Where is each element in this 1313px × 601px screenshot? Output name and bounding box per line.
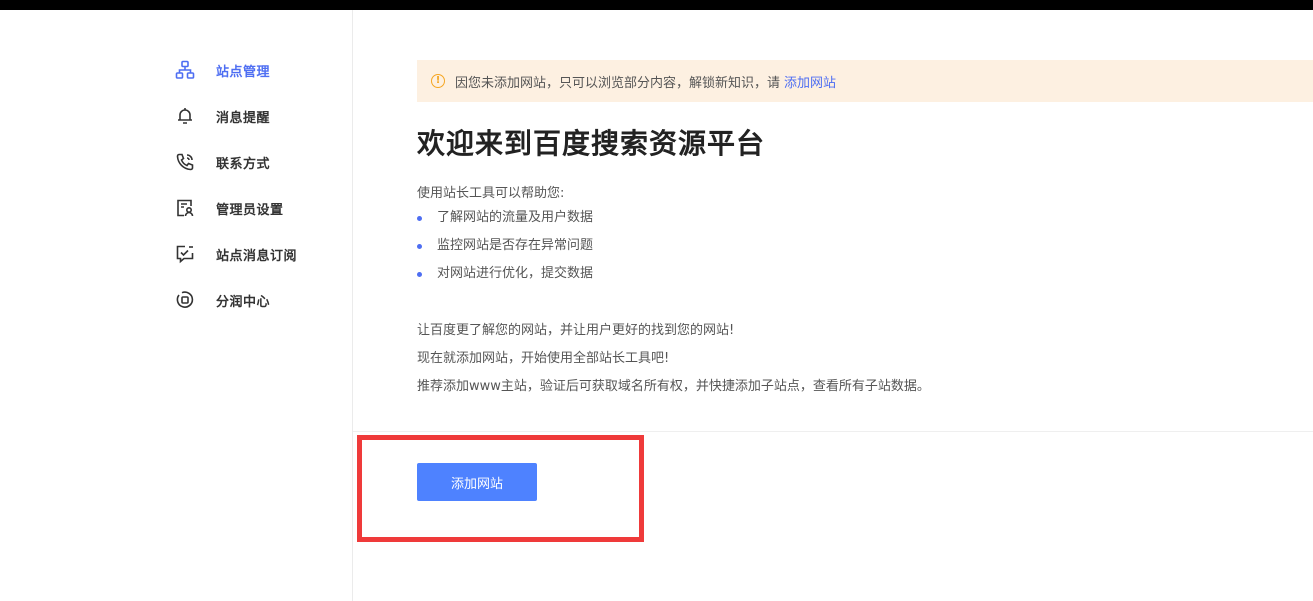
- message-check-icon: [174, 243, 196, 265]
- list-item: 了解网站的流量及用户数据: [417, 207, 593, 235]
- sidebar-item-label: 消息提醒: [216, 110, 271, 126]
- sidebar-item-notifications[interactable]: 消息提醒: [174, 104, 270, 128]
- sidebar-item-label: 联系方式: [216, 156, 271, 172]
- notice-add-site-link[interactable]: 添加网站: [784, 72, 836, 91]
- add-site-button[interactable]: 添加网站: [417, 463, 537, 501]
- sidebar-item-label: 管理员设置: [216, 202, 284, 218]
- intro-text: 使用站长工具可以帮助您:: [417, 186, 565, 201]
- main-content: ! 因您未添加网站，只可以浏览部分内容，解锁新知识，请 添加网站 欢迎来到百度搜…: [353, 10, 1313, 601]
- description: 让百度更了解您的网站，并让用户更好的找到您的网站! 现在就添加网站，开始使用全部…: [417, 321, 930, 405]
- sidebar-item-label: 站点消息订阅: [216, 248, 298, 264]
- phone-icon: [174, 151, 196, 173]
- description-line: 推荐添加www主站，验证后可获取域名所有权，并快捷添加子站点，查看所有子站数据。: [417, 379, 930, 394]
- description-line: 让百度更了解您的网站，并让用户更好的找到您的网站!: [417, 323, 735, 338]
- feature-list: 了解网站的流量及用户数据 监控网站是否存在异常问题 对网站进行优化，提交数据: [417, 207, 593, 291]
- admin-user-icon: [174, 197, 196, 219]
- description-line: 现在就添加网站，开始使用全部站长工具吧!: [417, 351, 670, 366]
- sidebar-item-message-subscription[interactable]: 站点消息订阅: [174, 242, 297, 266]
- sidebar-item-contact[interactable]: 联系方式: [174, 150, 270, 174]
- sidebar-item-label: 站点管理: [216, 64, 271, 80]
- top-bar: [0, 0, 1313, 10]
- list-item: 对网站进行优化，提交数据: [417, 263, 593, 291]
- notice-banner: ! 因您未添加网站，只可以浏览部分内容，解锁新知识，请 添加网站: [417, 60, 1313, 102]
- divider: [353, 431, 1313, 432]
- sidebar-item-revenue-center[interactable]: 分润中心: [174, 288, 270, 312]
- sidebar: 站点管理 消息提醒 联系方式 管理员设置 站点消息订阅 分润中心: [0, 10, 353, 601]
- sidebar-item-admin-settings[interactable]: 管理员设置: [174, 196, 284, 220]
- sidebar-item-label: 分润中心: [216, 294, 271, 310]
- sitemap-icon: [174, 59, 196, 81]
- warning-icon: !: [431, 74, 445, 88]
- page-title: 欢迎来到百度搜索资源平台: [417, 127, 766, 160]
- sidebar-item-site-management[interactable]: 站点管理: [174, 58, 270, 82]
- bell-icon: [174, 105, 196, 127]
- notice-text: 因您未添加网站，只可以浏览部分内容，解锁新知识，请: [455, 75, 781, 91]
- list-item: 监控网站是否存在异常问题: [417, 235, 593, 263]
- coin-icon: [174, 289, 196, 311]
